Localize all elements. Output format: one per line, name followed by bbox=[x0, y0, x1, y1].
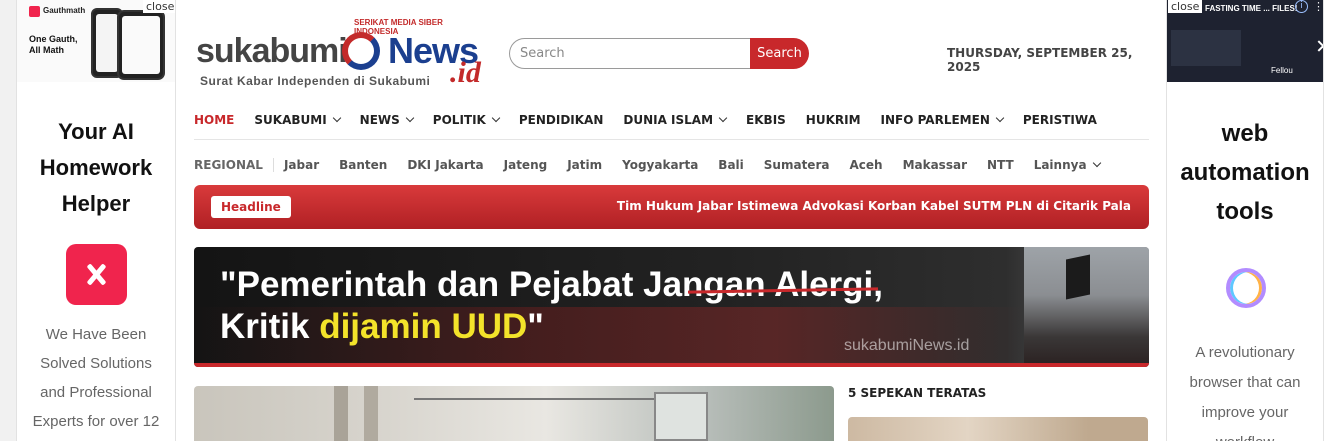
nav-item-sukabumi[interactable]: SUKABUMI bbox=[254, 112, 341, 127]
featured-article-image[interactable] bbox=[194, 386, 834, 441]
image-detail bbox=[654, 392, 708, 441]
regional-item-banten[interactable]: Banten bbox=[339, 158, 387, 172]
main-nav: HOME SUKABUMI NEWS POLITIK PENDIDIKAN DU… bbox=[194, 100, 1149, 140]
banner-watermark: sukabumiNews.id bbox=[844, 337, 970, 354]
gauth-logo-icon bbox=[29, 6, 40, 17]
regional-item-aceh[interactable]: Aceh bbox=[849, 158, 882, 172]
regional-item-bali[interactable]: Bali bbox=[718, 158, 743, 172]
nav-item-home[interactable]: HOME bbox=[194, 113, 234, 127]
gauth-x-logo-icon[interactable] bbox=[66, 244, 127, 305]
chevron-down-icon bbox=[491, 113, 501, 122]
ad-thumb-photo bbox=[1171, 30, 1241, 66]
chevron-down-icon bbox=[1092, 158, 1101, 168]
nav-item-peristiwa[interactable]: PERISTIWA bbox=[1023, 113, 1097, 127]
ad-thumb-text: One Gauth, All Math bbox=[29, 34, 78, 55]
nav-item-politik[interactable]: POLITIK bbox=[432, 112, 501, 127]
chevron-right-icon[interactable] bbox=[1313, 40, 1323, 52]
page: Gauthmath One Gauth, All Math close Your… bbox=[0, 0, 1324, 441]
site-logo[interactable]: SERIKAT MEDIA SIBER INDONESIA sukabumi N… bbox=[196, 18, 486, 93]
ad-body-text: We Have Been Solved Solutions and Profes… bbox=[32, 326, 160, 430]
logo-domain: .id bbox=[450, 56, 481, 89]
regional-nav: REGIONAL Jabar Banten DKI Jakarta Jateng… bbox=[194, 148, 1149, 182]
image-detail bbox=[364, 386, 378, 441]
banner-text: Kritik bbox=[220, 307, 320, 346]
nav-item-dunia-islam[interactable]: DUNIA ISLAM bbox=[623, 112, 728, 127]
rainbow-ring-logo-icon[interactable] bbox=[1226, 268, 1266, 308]
right-ad[interactable]: FASTING TIME ... FILES! Fellou i ⋮ close… bbox=[1166, 0, 1324, 441]
nav-item-pendidikan[interactable]: PENDIDIKAN bbox=[519, 113, 604, 127]
chevron-down-icon bbox=[995, 113, 1005, 122]
phone-mockup-icon bbox=[117, 10, 165, 80]
nav-item-ekbis[interactable]: EKBIS bbox=[746, 113, 786, 127]
regional-item-sumatera[interactable]: Sumatera bbox=[764, 158, 830, 172]
regional-item-jatim[interactable]: Jatim bbox=[567, 158, 602, 172]
chevron-down-icon bbox=[718, 113, 728, 122]
regional-item-dki-jakarta[interactable]: DKI Jakarta bbox=[407, 158, 483, 172]
logo-emblem-icon bbox=[342, 32, 380, 70]
regional-item-yogyakarta[interactable]: Yogyakarta bbox=[622, 158, 698, 172]
nav-label: SUKABUMI bbox=[254, 112, 327, 127]
search-button[interactable]: Search bbox=[750, 38, 809, 69]
ad-thumb-brand: Fellou bbox=[1271, 66, 1293, 75]
headline-link[interactable]: Tim Hukum Jabar Istimewa Advokasi Korban… bbox=[617, 199, 1131, 213]
regional-more-label: Lainnya bbox=[1033, 158, 1087, 172]
chevron-down-icon bbox=[332, 113, 341, 122]
search-input[interactable] bbox=[509, 38, 751, 69]
nav-item-hukrim[interactable]: HUKRIM bbox=[806, 113, 861, 127]
left-ad[interactable]: Gauthmath One Gauth, All Math close Your… bbox=[16, 0, 176, 441]
image-detail bbox=[414, 398, 674, 400]
top-article-thumbnail[interactable] bbox=[848, 417, 1148, 441]
nav-item-news[interactable]: NEWS bbox=[359, 112, 415, 127]
nav-label: PERISTIWA bbox=[1022, 112, 1097, 127]
banner-highlight: dijamin UUD bbox=[319, 307, 528, 346]
logo-wordmark: sukabumi bbox=[196, 32, 348, 70]
ad-close-button[interactable]: close bbox=[1168, 0, 1203, 13]
ad-thumb-brand: Gauthmath bbox=[43, 6, 86, 15]
promo-banner[interactable]: "Pemerintah dan Pejabat Jangan Alergi, K… bbox=[194, 247, 1149, 367]
nav-label: DUNIA ISLAM bbox=[623, 112, 714, 127]
search-form: Search bbox=[509, 38, 809, 69]
section-title: 5 SEPEKAN TERATAS bbox=[848, 386, 987, 400]
regional-item-makassar[interactable]: Makassar bbox=[903, 158, 967, 172]
flag-icon bbox=[1066, 254, 1090, 300]
regional-label: REGIONAL bbox=[194, 158, 274, 172]
nav-label: INFO PARLEMEN bbox=[880, 112, 990, 127]
more-options-icon[interactable]: ⋮ bbox=[1313, 0, 1323, 13]
ad-close-button[interactable]: close bbox=[143, 0, 175, 13]
ad-body-text: A revolutionary browser that can improve… bbox=[1189, 344, 1301, 441]
nav-label: PENDIDIKAN bbox=[518, 112, 604, 127]
banner-quote-line-1: "Pemerintah dan Pejabat Jangan Alergi, bbox=[220, 265, 883, 304]
nav-label: NEWS bbox=[359, 112, 400, 127]
nav-label: HUKRIM bbox=[805, 112, 861, 127]
banner-accent-bar bbox=[194, 363, 1149, 367]
regional-item-jabar[interactable]: Jabar bbox=[284, 158, 319, 172]
banner-quote-line-2: Kritik dijamin UUD" bbox=[220, 307, 544, 347]
regional-item-ntt[interactable]: NTT bbox=[987, 158, 1014, 172]
ad-headline[interactable]: web automation tools bbox=[1167, 114, 1323, 231]
regional-item-lainnya[interactable]: Lainnya bbox=[1033, 158, 1101, 172]
headline-badge: Headline bbox=[211, 196, 291, 218]
regional-item-jateng[interactable]: Jateng bbox=[504, 158, 548, 172]
banner-text: " bbox=[527, 307, 544, 346]
chevron-down-icon bbox=[405, 113, 415, 122]
ad-thumb-text: FASTING TIME ... FILES! bbox=[1205, 4, 1298, 13]
headline-ticker: Headline Tim Hukum Jabar Istimewa Advoka… bbox=[194, 185, 1149, 229]
nav-label: HOME bbox=[194, 112, 235, 127]
nav-label: EKBIS bbox=[746, 112, 786, 127]
image-detail bbox=[334, 386, 348, 441]
ad-headline[interactable]: Your AI Homework Helper bbox=[17, 114, 175, 222]
current-date: THURSDAY, SEPTEMBER 25, 2025 bbox=[947, 46, 1133, 74]
info-icon[interactable]: i bbox=[1295, 0, 1308, 13]
nav-item-info-parlemen[interactable]: INFO PARLEMEN bbox=[880, 112, 1005, 127]
main-content: SERIKAT MEDIA SIBER INDONESIA sukabumi N… bbox=[176, 0, 1166, 441]
logo-subtitle: Surat Kabar Independen di Sukabumi bbox=[200, 74, 431, 88]
nav-label: POLITIK bbox=[432, 112, 486, 127]
